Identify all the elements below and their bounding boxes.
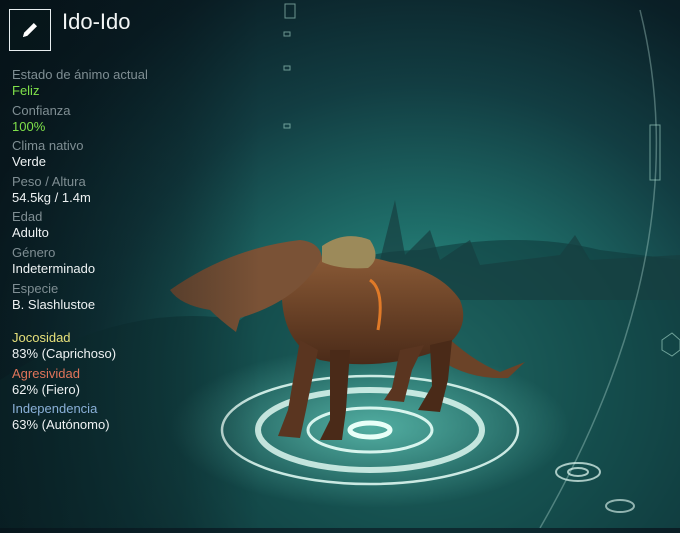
stat-label: Clima nativo xyxy=(12,138,84,154)
trait-aggression: Agresividad 62% (Fiero) xyxy=(12,366,252,402)
trait-value: 63% (Autónomo) xyxy=(12,417,110,432)
stat-age: Edad Adulto xyxy=(12,209,252,245)
trait-independence: Independencia 63% (Autónomo) xyxy=(12,401,252,437)
stat-value: 54.5kg / 1.4m xyxy=(12,189,91,205)
pencil-icon xyxy=(23,23,37,37)
stat-label: Peso / Altura xyxy=(12,173,86,189)
stat-value: Adulto xyxy=(12,225,49,241)
stat-gender: Género Indeterminado xyxy=(12,245,252,281)
stat-species: Especie B. Slashlustoe xyxy=(12,281,252,317)
stat-weight-height: Peso / Altura 54.5kg / 1.4m xyxy=(12,174,252,210)
trait-label: Independencia xyxy=(12,401,98,416)
stat-label: Confianza xyxy=(12,102,71,118)
traits-list: Jocosidad 83% (Caprichoso) Agresividad 6… xyxy=(12,330,252,437)
stat-value: Indeterminado xyxy=(12,260,96,276)
trait-playfulness: Jocosidad 83% (Caprichoso) xyxy=(12,330,252,366)
edit-name-button[interactable] xyxy=(9,9,51,51)
stat-climate: Clima nativo Verde xyxy=(12,138,252,174)
stat-value: Feliz xyxy=(12,83,40,98)
trait-value: 83% (Caprichoso) xyxy=(12,346,117,361)
stat-label: Género xyxy=(12,244,56,260)
stats-list: Estado de ánimo actual Feliz Confianza 1… xyxy=(12,67,252,316)
stat-trust: Confianza 100% xyxy=(12,103,252,139)
stat-value: 100% xyxy=(12,118,46,134)
trait-value: 62% (Fiero) xyxy=(12,381,80,397)
creature-shell xyxy=(322,236,376,269)
stat-label: Especie xyxy=(12,280,59,296)
stat-label: Estado de ánimo actual xyxy=(12,67,148,82)
trait-label: Agresividad xyxy=(12,365,80,381)
stat-label: Edad xyxy=(12,209,43,225)
creature-name: Ido-Ido xyxy=(62,9,131,34)
stat-value: B. Slashlustoe xyxy=(12,296,96,312)
trait-label: Jocosidad xyxy=(12,330,71,345)
stat-mood: Estado de ánimo actual Feliz xyxy=(12,67,252,103)
stat-value: Verde xyxy=(12,154,46,170)
